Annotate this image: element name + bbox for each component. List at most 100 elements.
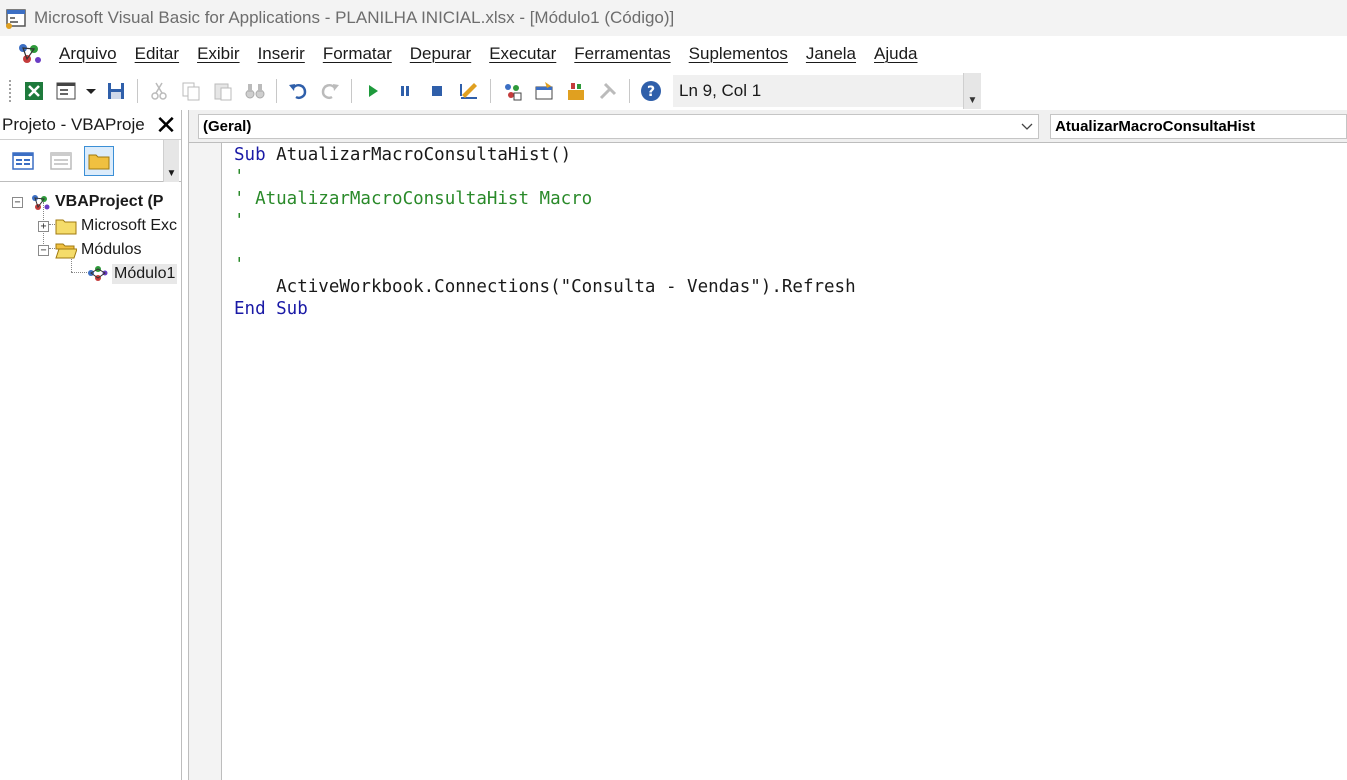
menu-exibir[interactable]: Exibir [188, 44, 249, 64]
code-combos: (Geral) AtualizarMacroConsultaHist [189, 110, 1347, 143]
menu-ajuda[interactable]: Ajuda [865, 44, 926, 64]
stop-icon [432, 86, 442, 96]
margin-indicator-bar[interactable] [189, 143, 222, 780]
tree-item-microsoft-excel-objects[interactable]: + Microsoft Exc [38, 214, 177, 238]
menu-suplementos[interactable]: Suplementos [680, 44, 797, 64]
code-line[interactable]: ' [234, 210, 856, 232]
vba-project-icon[interactable] [14, 40, 46, 68]
object-dropdown-value: (Geral) [203, 117, 252, 135]
view-excel-button[interactable] [19, 76, 49, 106]
menu-inserir[interactable]: Inserir [249, 44, 314, 64]
reset-button[interactable] [422, 76, 452, 106]
code-comment: ' AtualizarMacroConsultaHist Macro [234, 189, 593, 209]
copy-icon [182, 82, 200, 101]
project-toolbar-overflow[interactable]: ▼ [163, 140, 179, 182]
help-icon: ? [641, 81, 661, 101]
project-explorer-icon [505, 84, 522, 101]
code-editor[interactable]: Sub AtualizarMacroConsultaHist() ' ' Atual… [234, 144, 856, 320]
design-mode-button[interactable] [454, 76, 484, 106]
code-line[interactable]: Sub AtualizarMacroConsultaHist() [234, 144, 856, 166]
vba-app-icon [6, 9, 26, 29]
pause-icon [401, 86, 409, 96]
view-object-button[interactable] [46, 146, 76, 176]
menu-depurar[interactable]: Depurar [401, 44, 480, 64]
folder-icon [55, 219, 77, 235]
project-explorer-toolbar: ▼ [0, 140, 181, 182]
insert-userform-button[interactable] [51, 76, 81, 106]
tree-item-vbaproject[interactable]: − VBAProject (P [12, 190, 163, 214]
project-explorer-title: Projeto - VBAProje [2, 114, 145, 134]
tree-item-modulo1[interactable]: Módulo1 [86, 262, 178, 286]
code-line[interactable] [234, 232, 856, 254]
userform-icon [56, 82, 76, 100]
code-line[interactable]: ' AtualizarMacroConsultaHist Macro [234, 188, 856, 210]
design-mode-icon [460, 83, 477, 99]
redo-icon [321, 83, 339, 100]
menu-arquivo[interactable]: Arquivo [50, 44, 126, 64]
tree-item-modulos[interactable]: − Módulos [38, 238, 141, 262]
object-dropdown[interactable]: (Geral) [198, 113, 1040, 139]
properties-icon [535, 82, 553, 100]
view-object-icon [50, 151, 72, 170]
cursor-position: Ln 9, Col 1 [673, 75, 963, 107]
menu-ferramentas[interactable]: Ferramentas [565, 44, 679, 64]
toolbox-button[interactable] [593, 76, 623, 106]
toolbar-grip[interactable] [8, 79, 12, 103]
menu-janela[interactable]: Janela [797, 44, 865, 64]
run-button[interactable] [358, 76, 388, 106]
menu-editar[interactable]: Editar [126, 44, 188, 64]
redo-button[interactable] [315, 76, 345, 106]
code-line[interactable]: ' [234, 166, 856, 188]
toolbar-separator [276, 79, 277, 103]
play-icon [369, 85, 378, 97]
tree-item-label: Módulo1 [112, 264, 178, 284]
menu-executar[interactable]: Executar [480, 44, 565, 64]
save-button[interactable] [101, 76, 131, 106]
toolbar-separator [351, 79, 352, 103]
toolbar-separator [490, 79, 491, 103]
copy-button[interactable] [176, 76, 206, 106]
close-icon[interactable]: ✕ [151, 112, 181, 138]
object-browser-button[interactable] [561, 76, 591, 106]
collapse-toggle[interactable]: − [38, 244, 49, 256]
toggle-folders-button[interactable] [84, 145, 114, 176]
code-text: AtualizarMacroConsultaHist() [265, 145, 572, 165]
menu-bar: Arquivo Editar Exibir Inserir Formatar D… [0, 36, 1347, 72]
vba-project-icon [32, 195, 50, 210]
insert-dropdown-button[interactable] [83, 76, 99, 106]
find-button[interactable] [240, 76, 270, 106]
project-explorer-header: Projeto - VBAProje ✕ [0, 110, 181, 140]
standard-toolbar: ? Ln 9, Col 1 ▼ [0, 72, 990, 110]
tree-connector [71, 272, 87, 273]
binoculars-icon [245, 84, 265, 99]
tree-item-label: Microsoft Exc [81, 217, 178, 234]
undo-icon [289, 83, 307, 100]
window-title: Microsoft Visual Basic for Applications … [34, 8, 675, 27]
tree-item-label: Módulos [81, 241, 142, 258]
code-line[interactable]: End Sub [234, 298, 856, 320]
toolbar-options-button[interactable]: ▼ [963, 73, 981, 109]
expand-toggle[interactable]: + [38, 220, 49, 232]
procedure-dropdown[interactable]: AtualizarMacroConsultaHist [1050, 113, 1347, 139]
toolbar-separator [137, 79, 138, 103]
chevron-down-icon: ▼ [166, 168, 177, 179]
title-bar: Microsoft Visual Basic for Applications … [0, 0, 1347, 36]
save-icon [108, 83, 124, 99]
view-code-icon [12, 151, 34, 170]
view-code-button[interactable] [8, 146, 38, 176]
code-line[interactable]: ' [234, 254, 856, 276]
scissors-icon [151, 82, 167, 100]
project-explorer-button[interactable] [497, 76, 527, 106]
collapse-toggle[interactable]: − [12, 196, 23, 208]
help-button[interactable]: ? [636, 76, 666, 106]
excel-icon [25, 82, 43, 100]
break-button[interactable] [390, 76, 420, 106]
paste-button[interactable] [208, 76, 238, 106]
properties-window-button[interactable] [529, 76, 559, 106]
undo-button[interactable] [283, 76, 313, 106]
code-line[interactable]: ActiveWorkbook.Connections("Consulta - V… [234, 276, 856, 298]
folder-icon [88, 154, 110, 169]
code-text: ActiveWorkbook.Connections("Consulta - V… [234, 277, 856, 297]
cut-button[interactable] [144, 76, 174, 106]
menu-formatar[interactable]: Formatar [314, 44, 401, 64]
